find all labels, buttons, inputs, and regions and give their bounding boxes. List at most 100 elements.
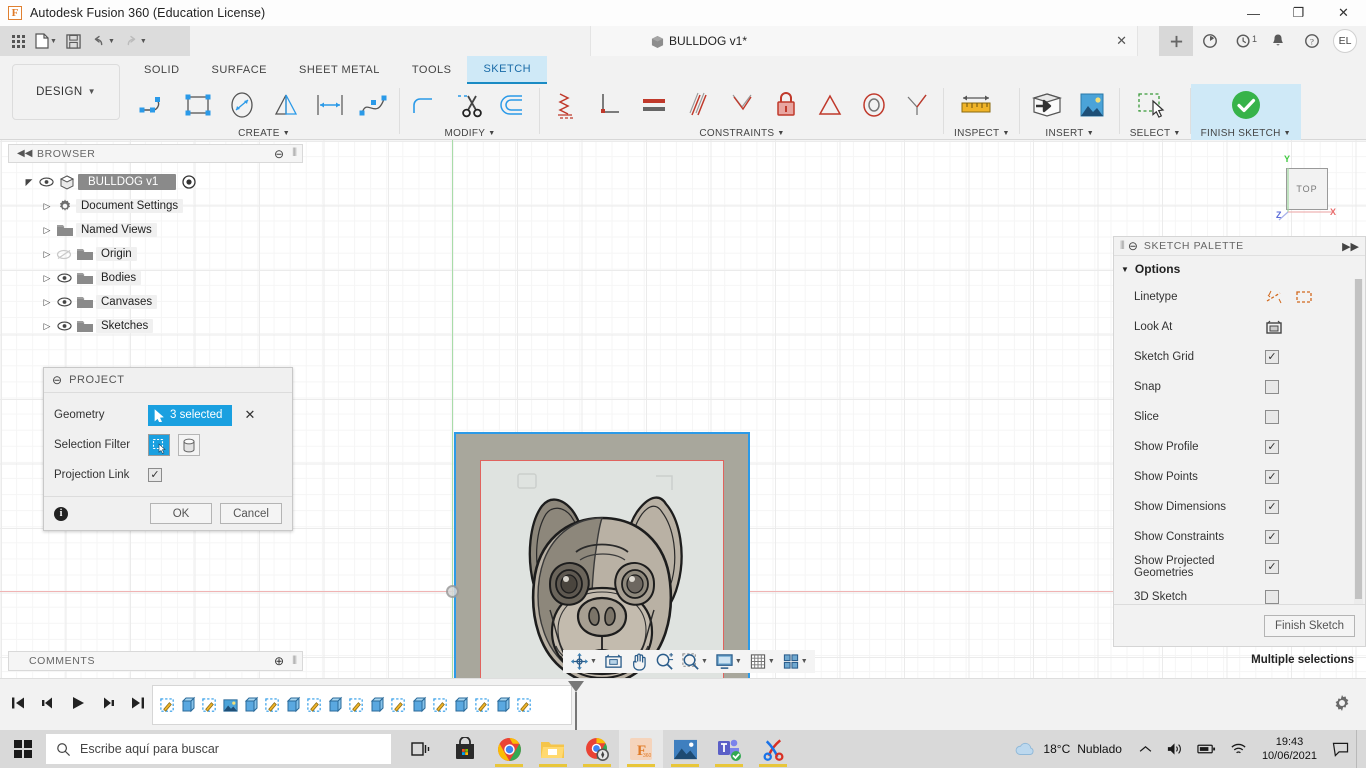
- expand-arrow-icon[interactable]: ▷: [40, 225, 54, 236]
- tree-item-named-views[interactable]: ▷ Named Views: [8, 218, 303, 242]
- skip-to-end-button[interactable]: [128, 691, 148, 715]
- tool-rectangle[interactable]: [176, 84, 220, 126]
- cancel-button[interactable]: Cancel: [220, 503, 282, 524]
- snap-checkbox[interactable]: [1265, 380, 1279, 394]
- slice-checkbox[interactable]: [1265, 410, 1279, 424]
- filter-bodies-button[interactable]: [178, 434, 200, 456]
- tool-insert-derive[interactable]: [1026, 84, 1070, 126]
- collapse-icon[interactable]: ⊖: [52, 373, 62, 387]
- resize-grip[interactable]: ⦀: [292, 147, 297, 160]
- canvas-image-object[interactable]: [454, 432, 750, 678]
- tool-perpendicular[interactable]: [588, 84, 632, 126]
- tool-offset[interactable]: [492, 84, 536, 126]
- ribbon-group-finish-sketch[interactable]: FINISH SKETCH ▼: [1191, 84, 1301, 140]
- clear-selection-icon[interactable]: ✕: [244, 407, 255, 423]
- visibility-eye-icon[interactable]: [54, 321, 74, 331]
- show-desktop-button[interactable]: [1356, 730, 1366, 768]
- taskbar-photos[interactable]: [663, 730, 707, 768]
- ribbon-group-label-insert[interactable]: INSERT ▼: [1026, 126, 1114, 140]
- timeline-feature-extrude[interactable]: [409, 692, 430, 718]
- tool-linear-dimension[interactable]: [308, 84, 352, 126]
- volume-button[interactable]: [1159, 741, 1190, 757]
- app-grid-button[interactable]: [6, 28, 30, 54]
- tool-ground[interactable]: [544, 84, 588, 126]
- tab-tools[interactable]: TOOLS: [396, 56, 468, 84]
- tool-line[interactable]: [132, 84, 176, 126]
- resize-grip[interactable]: ⦀: [292, 655, 297, 668]
- expand-arrow-icon[interactable]: ▷: [40, 297, 54, 308]
- timeline-feature-extrude[interactable]: [283, 692, 304, 718]
- play-button[interactable]: [68, 691, 88, 715]
- add-tab-icon[interactable]: [1159, 26, 1193, 56]
- tree-item-bulldog[interactable]: ◤ BULLDOG v1: [8, 170, 303, 194]
- palette-scrollbar[interactable]: [1354, 279, 1363, 634]
- tree-item-bodies[interactable]: ▷ Bodies: [8, 266, 303, 290]
- timeline-feature-sketch[interactable]: [388, 692, 409, 718]
- tree-item-sketches[interactable]: ▷ Sketches: [8, 314, 303, 338]
- tool-fix[interactable]: [764, 84, 808, 126]
- viewports-button[interactable]: ▼: [779, 651, 811, 672]
- visibility-eye-icon[interactable]: [54, 273, 74, 283]
- timeline-settings-gear-icon[interactable]: [1332, 693, 1352, 713]
- tree-item-canvases[interactable]: ▷ Canvases: [8, 290, 303, 314]
- comments-panel-header[interactable]: COMMENTS ⊕ ⦀: [8, 651, 303, 671]
- timeline-feature-extrude[interactable]: [367, 692, 388, 718]
- grid-snaps-button[interactable]: ▼: [746, 651, 778, 672]
- geometry-selection-chip[interactable]: 3 selected: [148, 405, 232, 426]
- workspace-switcher-button[interactable]: DESIGN ▼: [12, 64, 120, 120]
- taskbar-task-view-button[interactable]: [399, 730, 443, 768]
- document-tab[interactable]: BULLDOG v1* ✕: [590, 26, 1138, 56]
- recent-activity-icon[interactable]: 1: [1227, 26, 1261, 56]
- timeline-track[interactable]: [152, 685, 572, 725]
- visibility-eye-icon[interactable]: [36, 177, 56, 187]
- taskbar-search-input[interactable]: Escribe aquí para buscar: [46, 734, 391, 764]
- visibility-eye-icon[interactable]: [54, 297, 74, 307]
- timeline-feature-sketch[interactable]: [472, 692, 493, 718]
- notifications-bell-icon[interactable]: [1261, 26, 1295, 56]
- sketch-origin-point[interactable]: [446, 585, 459, 598]
- taskbar-fusion-360[interactable]: F 360: [619, 730, 663, 768]
- show-dimensions-checkbox[interactable]: ✓: [1265, 500, 1279, 514]
- tool-parallel[interactable]: [676, 84, 720, 126]
- tab-solid[interactable]: SOLID: [128, 56, 196, 84]
- tool-circle[interactable]: [220, 84, 264, 126]
- show-hidden-icons-button[interactable]: [1132, 745, 1159, 754]
- save-button[interactable]: [62, 28, 86, 54]
- weather-widget[interactable]: 18°C Nublado: [1014, 741, 1132, 757]
- show-profile-checkbox[interactable]: ✓: [1265, 440, 1279, 454]
- close-button[interactable]: ✕: [1321, 0, 1366, 26]
- timeline-feature-sketch[interactable]: [430, 692, 451, 718]
- show-points-checkbox[interactable]: ✓: [1265, 470, 1279, 484]
- view-cube[interactable]: TOP Y X Z: [1270, 154, 1348, 232]
- expand-arrow-icon[interactable]: ◤: [22, 177, 36, 188]
- resize-grip[interactable]: ⦀: [1120, 240, 1125, 253]
- network-wifi-button[interactable]: [1223, 742, 1254, 756]
- taskbar-clock[interactable]: 19:43 10/06/2021: [1254, 735, 1325, 763]
- tool-select[interactable]: [1130, 84, 1174, 126]
- timeline-feature-extrude[interactable]: [178, 692, 199, 718]
- timeline-feature-extrude[interactable]: [493, 692, 514, 718]
- tool-trim[interactable]: [448, 84, 492, 126]
- battery-button[interactable]: [1190, 743, 1223, 755]
- tool-curvature[interactable]: [896, 84, 940, 126]
- palette-scrollbar-thumb[interactable]: [1355, 279, 1362, 599]
- show-projected-checkbox[interactable]: ✓: [1265, 560, 1279, 574]
- minimize-icon[interactable]: ⊖: [274, 147, 284, 161]
- add-comment-icon[interactable]: ⊕: [274, 654, 284, 668]
- timeline-feature-sketch[interactable]: [262, 692, 283, 718]
- taskbar-snipping-tool[interactable]: [751, 730, 795, 768]
- tool-spline[interactable]: [352, 84, 396, 126]
- timeline-feature-sketch[interactable]: [304, 692, 325, 718]
- help-icon[interactable]: ?: [1295, 26, 1329, 56]
- timeline-feature-extrude[interactable]: [325, 692, 346, 718]
- minimize-button[interactable]: —: [1231, 0, 1276, 26]
- taskbar-chrome-secondary[interactable]: [575, 730, 619, 768]
- ribbon-group-label-modify[interactable]: MODIFY ▼: [404, 126, 536, 140]
- ribbon-group-label-inspect[interactable]: INSPECT ▼: [954, 126, 1010, 140]
- collapse-icon[interactable]: ◀◀: [17, 148, 32, 159]
- timeline-feature-sketch[interactable]: [346, 692, 367, 718]
- tree-item-document-settings[interactable]: ▷ Document Settings: [8, 194, 303, 218]
- ribbon-group-label-create[interactable]: CREATE ▼: [132, 126, 396, 140]
- 3d-sketch-checkbox[interactable]: [1265, 590, 1279, 604]
- show-constraints-checkbox[interactable]: ✓: [1265, 530, 1279, 544]
